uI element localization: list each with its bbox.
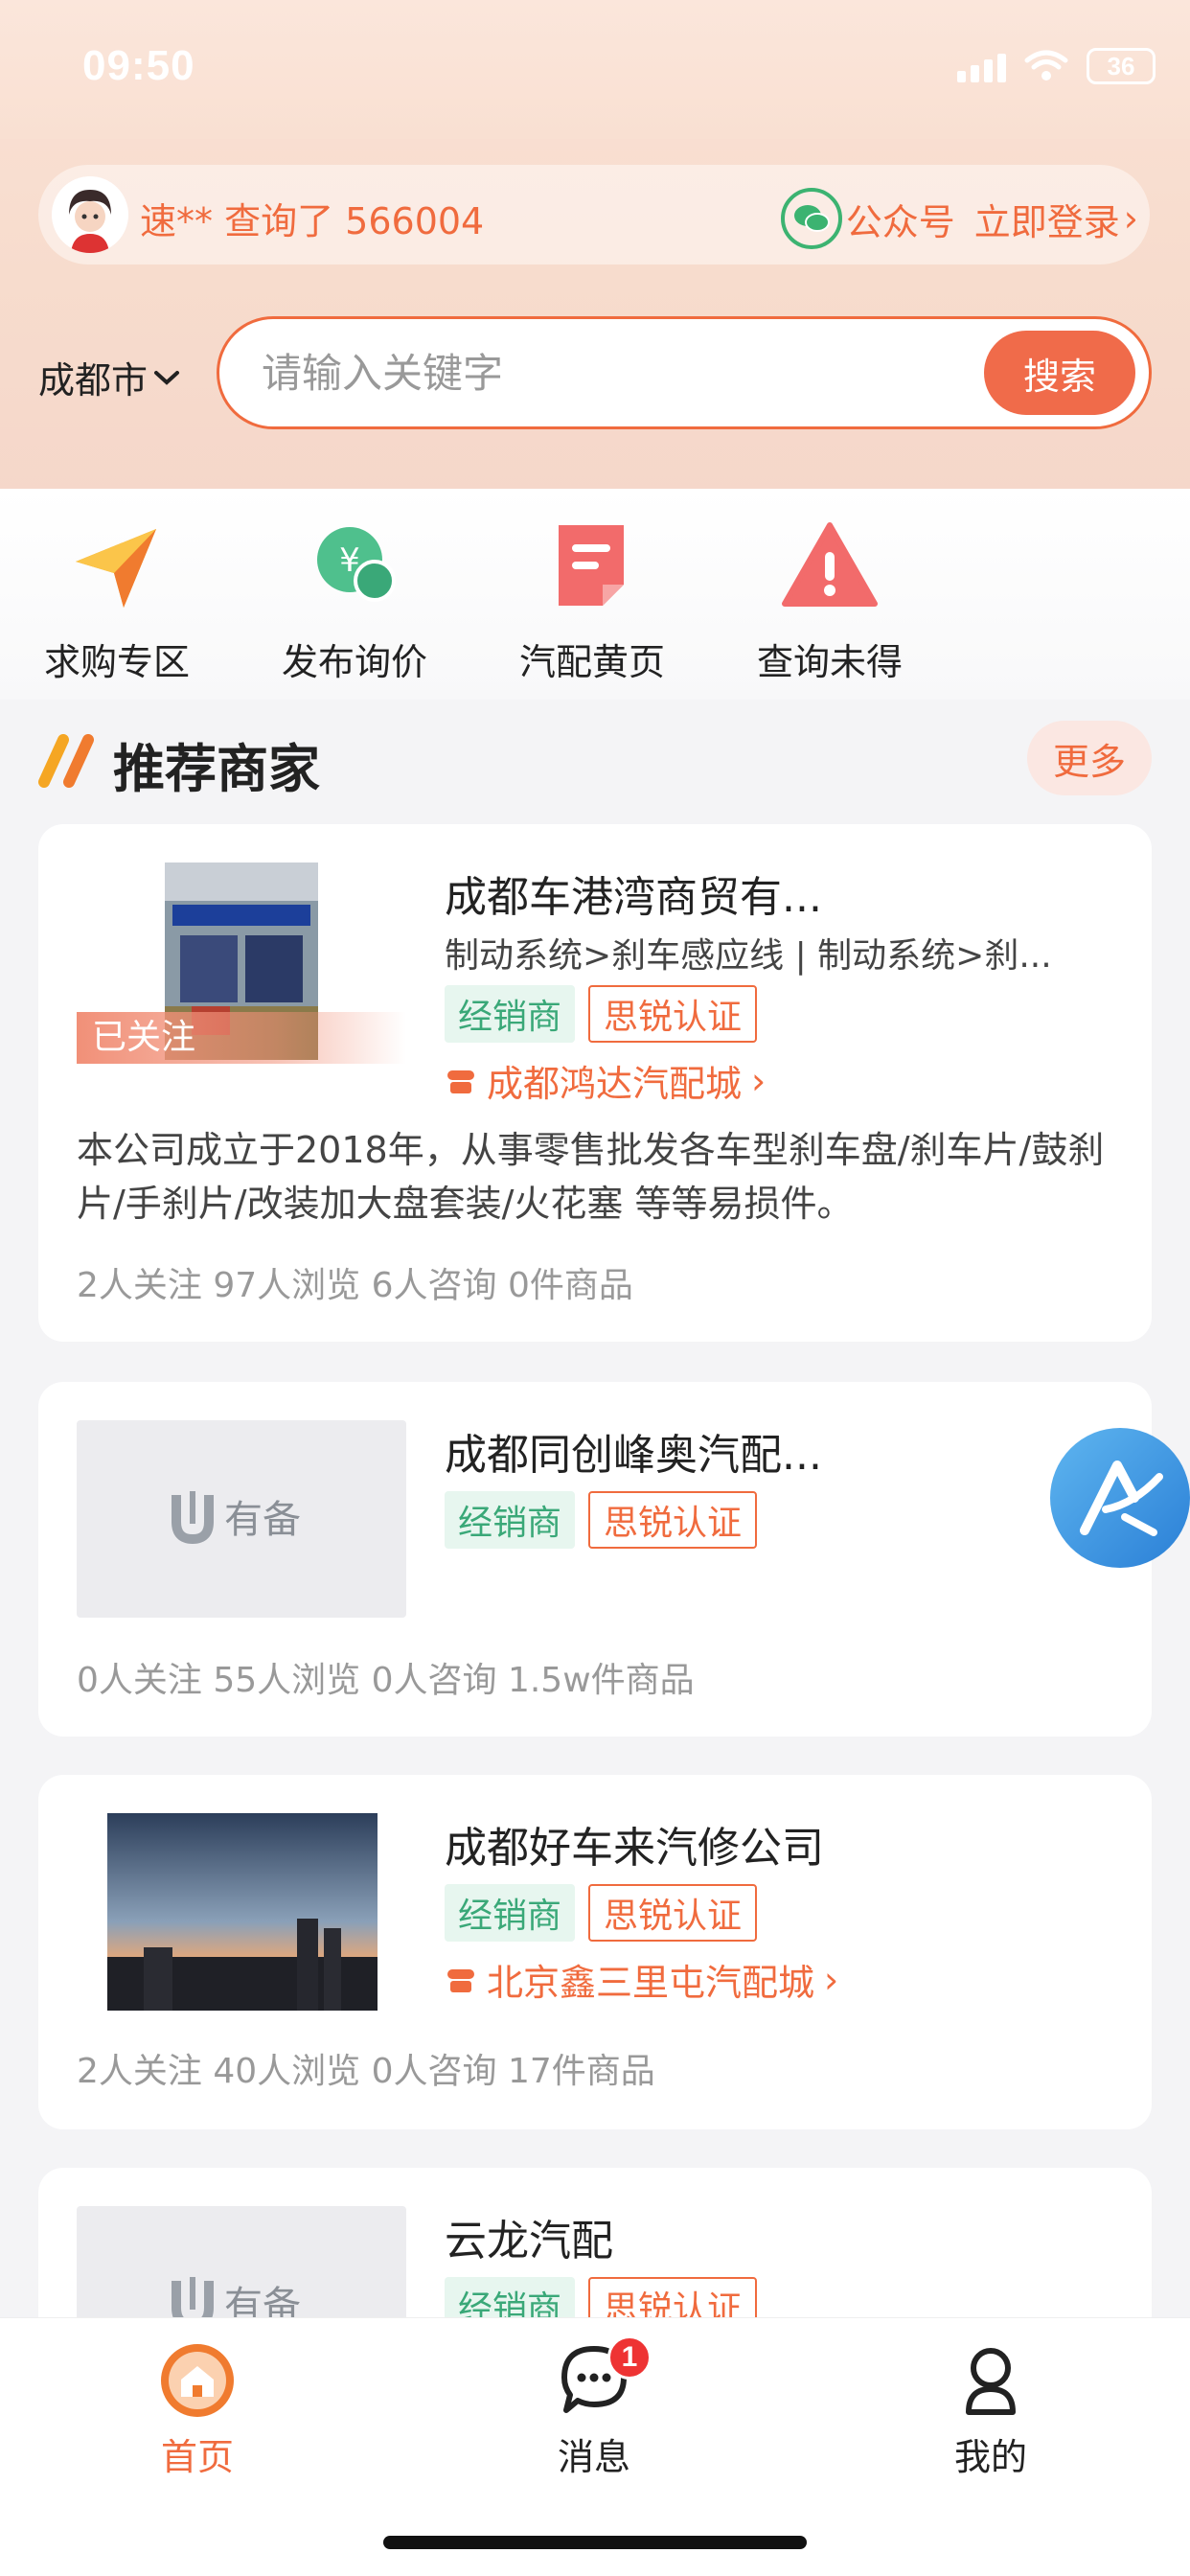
quick-nav-purchase[interactable]: 求购专区 (21, 514, 213, 685)
chevron-down-icon (154, 370, 180, 385)
tab-label: 我的 (953, 2436, 1027, 2478)
tab-messages[interactable]: 1 消息 (498, 2335, 690, 2480)
certified-tag: 思锐认证 (588, 1884, 758, 1942)
merchant-card[interactable]: 成都好车来汽修公司 经销商 思锐认证 北京鑫三里屯汽配城 › 2人关注 40人浏… (38, 1775, 1152, 2129)
merchant-tags: 经销商 思锐认证 (445, 1491, 758, 1549)
wechat-icon (780, 188, 842, 249)
merchant-thumbnail-placeholder: 有备 (77, 1420, 406, 1618)
wechat-login-link[interactable]: 公众号 立即登录 › (780, 188, 1138, 249)
floating-assistant-button[interactable] (1050, 1428, 1190, 1568)
tab-home[interactable]: 首页 (102, 2341, 293, 2480)
merchant-stats: 0人关注 55人浏览 0人咨询 1.5w件商品 (77, 1661, 695, 1700)
merchant-name: 成都好车来汽修公司 (445, 1824, 824, 1873)
signal-icon (957, 50, 1006, 82)
dealer-tag: 经销商 (445, 985, 576, 1043)
brand-logo-icon (1080, 1460, 1163, 1536)
unread-badge: 1 (607, 2335, 652, 2380)
more-button[interactable]: 更多 (1027, 721, 1152, 795)
quick-nav-inquiry[interactable]: ¥ 发布询价 (259, 514, 450, 685)
recent-query-banner: 速** 查询了 566004 公众号 立即登录 › (38, 165, 1150, 264)
status-bar: 09:50 36 (0, 0, 1190, 139)
quick-nav-not-found[interactable]: 查询未得 (734, 514, 926, 685)
market-link[interactable]: 成都鸿达汽配城 › (445, 1054, 766, 1107)
avatar (52, 176, 128, 253)
followed-badge: 已关注 (77, 1012, 406, 1064)
quick-nav: 求购专区 ¥ 发布询价 汽配黄页 查询未得 (0, 489, 1190, 700)
document-icon (559, 525, 624, 606)
wechat-label: 公众号 (845, 200, 955, 243)
tab-label: 消息 (557, 2436, 630, 2478)
youbei-logo-icon (172, 1491, 214, 1545)
shop-icon (447, 1968, 474, 1992)
search-bar: 搜索 (217, 316, 1152, 429)
merchant-category: 制动系统>刹车感应线 | 制动系统>刹... (445, 936, 1052, 976)
merchant-description: 本公司成立于2018年，从事零售批发各车型刹车盘/刹车片/鼓刹片/手刹片/改装加… (77, 1129, 1105, 1225)
merchant-thumbnail (77, 1813, 406, 2011)
certified-tag: 思锐认证 (588, 985, 758, 1043)
svg-text:¥: ¥ (339, 541, 360, 580)
merchant-tags: 经销商 思锐认证 (445, 1884, 758, 1942)
tab-label: 首页 (160, 2436, 234, 2478)
paper-plane-icon (76, 529, 156, 608)
section-title: 推荐商家 (113, 739, 320, 799)
city-label: 成都市 (38, 359, 149, 402)
chevron-right-icon: › (751, 1059, 767, 1102)
search-button[interactable]: 搜索 (984, 331, 1135, 415)
home-icon (161, 2344, 234, 2417)
chevron-right-icon: › (824, 1958, 839, 2001)
city-selector[interactable]: 成都市 (38, 351, 180, 403)
merchant-name: 云龙汽配 (445, 2217, 613, 2266)
battery-indicator: 36 (1087, 48, 1156, 84)
merchant-name: 成都同创峰奥汽配... (445, 1431, 822, 1480)
market-name: 成都鸿达汽配城 (487, 1063, 743, 1105)
warning-icon (782, 522, 878, 607)
certified-tag: 思锐认证 (588, 1491, 758, 1549)
user-icon (966, 2348, 1016, 2415)
shop-icon (447, 1070, 474, 1093)
merchant-card[interactable]: 有备 成都同创峰奥汽配... 经销商 思锐认证 0人关注 55人浏览 0人咨询 … (38, 1382, 1152, 1736)
dealer-tag: 经销商 (445, 1884, 576, 1942)
home-indicator (383, 2536, 807, 2549)
tab-mine[interactable]: 我的 (895, 2341, 1087, 2480)
status-time: 09:50 (82, 42, 195, 89)
recent-query-text: 速** 查询了 566004 (140, 200, 485, 242)
merchant-name: 成都车港湾商贸有... (445, 873, 822, 922)
status-icons: 36 (957, 48, 1156, 84)
double-slash-icon (38, 734, 94, 788)
dealer-tag: 经销商 (445, 1491, 576, 1549)
login-label: 立即登录 (973, 200, 1120, 243)
quick-nav-yellow-pages[interactable]: 汽配黄页 (496, 514, 688, 685)
market-name: 北京鑫三里屯汽配城 (487, 1962, 815, 2004)
chevron-right-icon: › (1123, 197, 1138, 240)
placeholder-logo-text: 有备 (224, 1498, 301, 1542)
search-input[interactable] (262, 342, 932, 403)
yuan-chat-icon: ¥ (317, 527, 396, 602)
merchant-card[interactable]: 已关注 成都车港湾商贸有... 制动系统>刹车感应线 | 制动系统>刹... 经… (38, 824, 1152, 1342)
wifi-icon (1024, 50, 1068, 80)
quick-nav-label: 求购专区 (43, 641, 190, 683)
quick-nav-label: 发布询价 (281, 641, 427, 683)
merchant-stats: 2人关注 97人浏览 6人咨询 0件商品 (77, 1266, 633, 1305)
quick-nav-label: 查询未得 (756, 641, 903, 683)
merchant-stats: 2人关注 40人浏览 0人咨询 17件商品 (77, 2052, 655, 2091)
recommended-section-header: 推荐商家 更多 (38, 721, 1152, 799)
merchant-tags: 经销商 思锐认证 (445, 985, 758, 1043)
quick-nav-label: 汽配黄页 (518, 641, 665, 683)
market-link[interactable]: 北京鑫三里屯汽配城 › (445, 1953, 838, 2006)
